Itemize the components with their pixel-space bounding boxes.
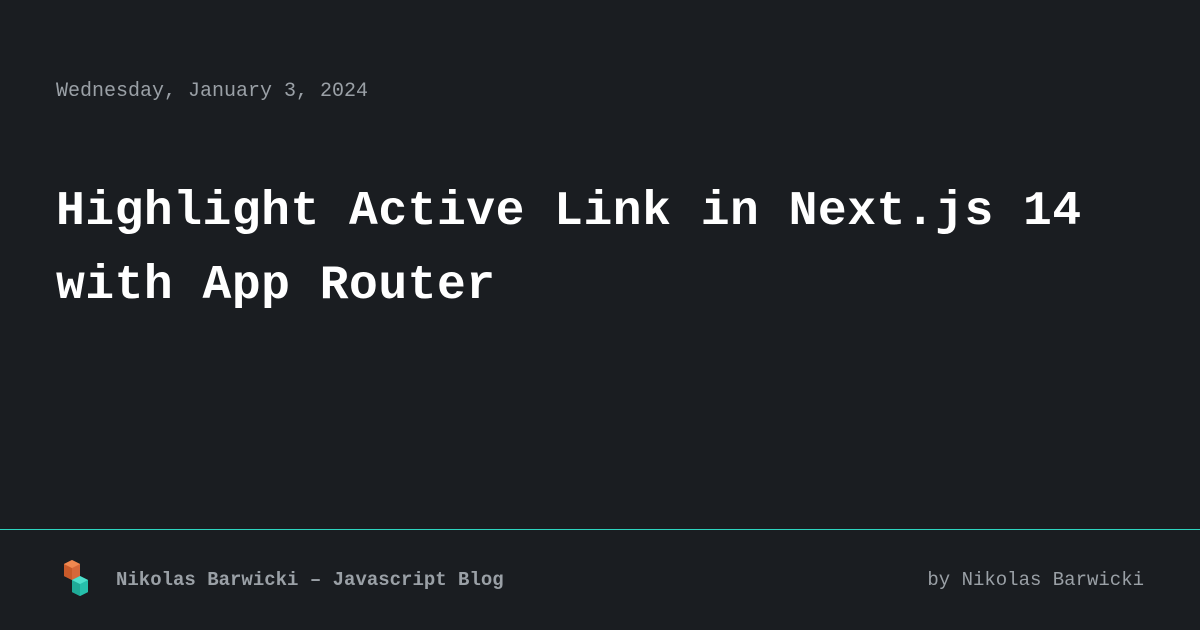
main-content: Wednesday, January 3, 2024 Highlight Act… (0, 0, 1200, 529)
logo-icon (56, 558, 96, 602)
author-byline: by Nikolas Barwicki (927, 569, 1144, 591)
footer: Nikolas Barwicki – Javascript Blog by Ni… (0, 530, 1200, 630)
post-title: Highlight Active Link in Next.js 14 with… (56, 175, 1144, 324)
site-name: Nikolas Barwicki – Javascript Blog (116, 569, 504, 591)
footer-left: Nikolas Barwicki – Javascript Blog (56, 558, 504, 602)
post-date: Wednesday, January 3, 2024 (56, 80, 1144, 103)
